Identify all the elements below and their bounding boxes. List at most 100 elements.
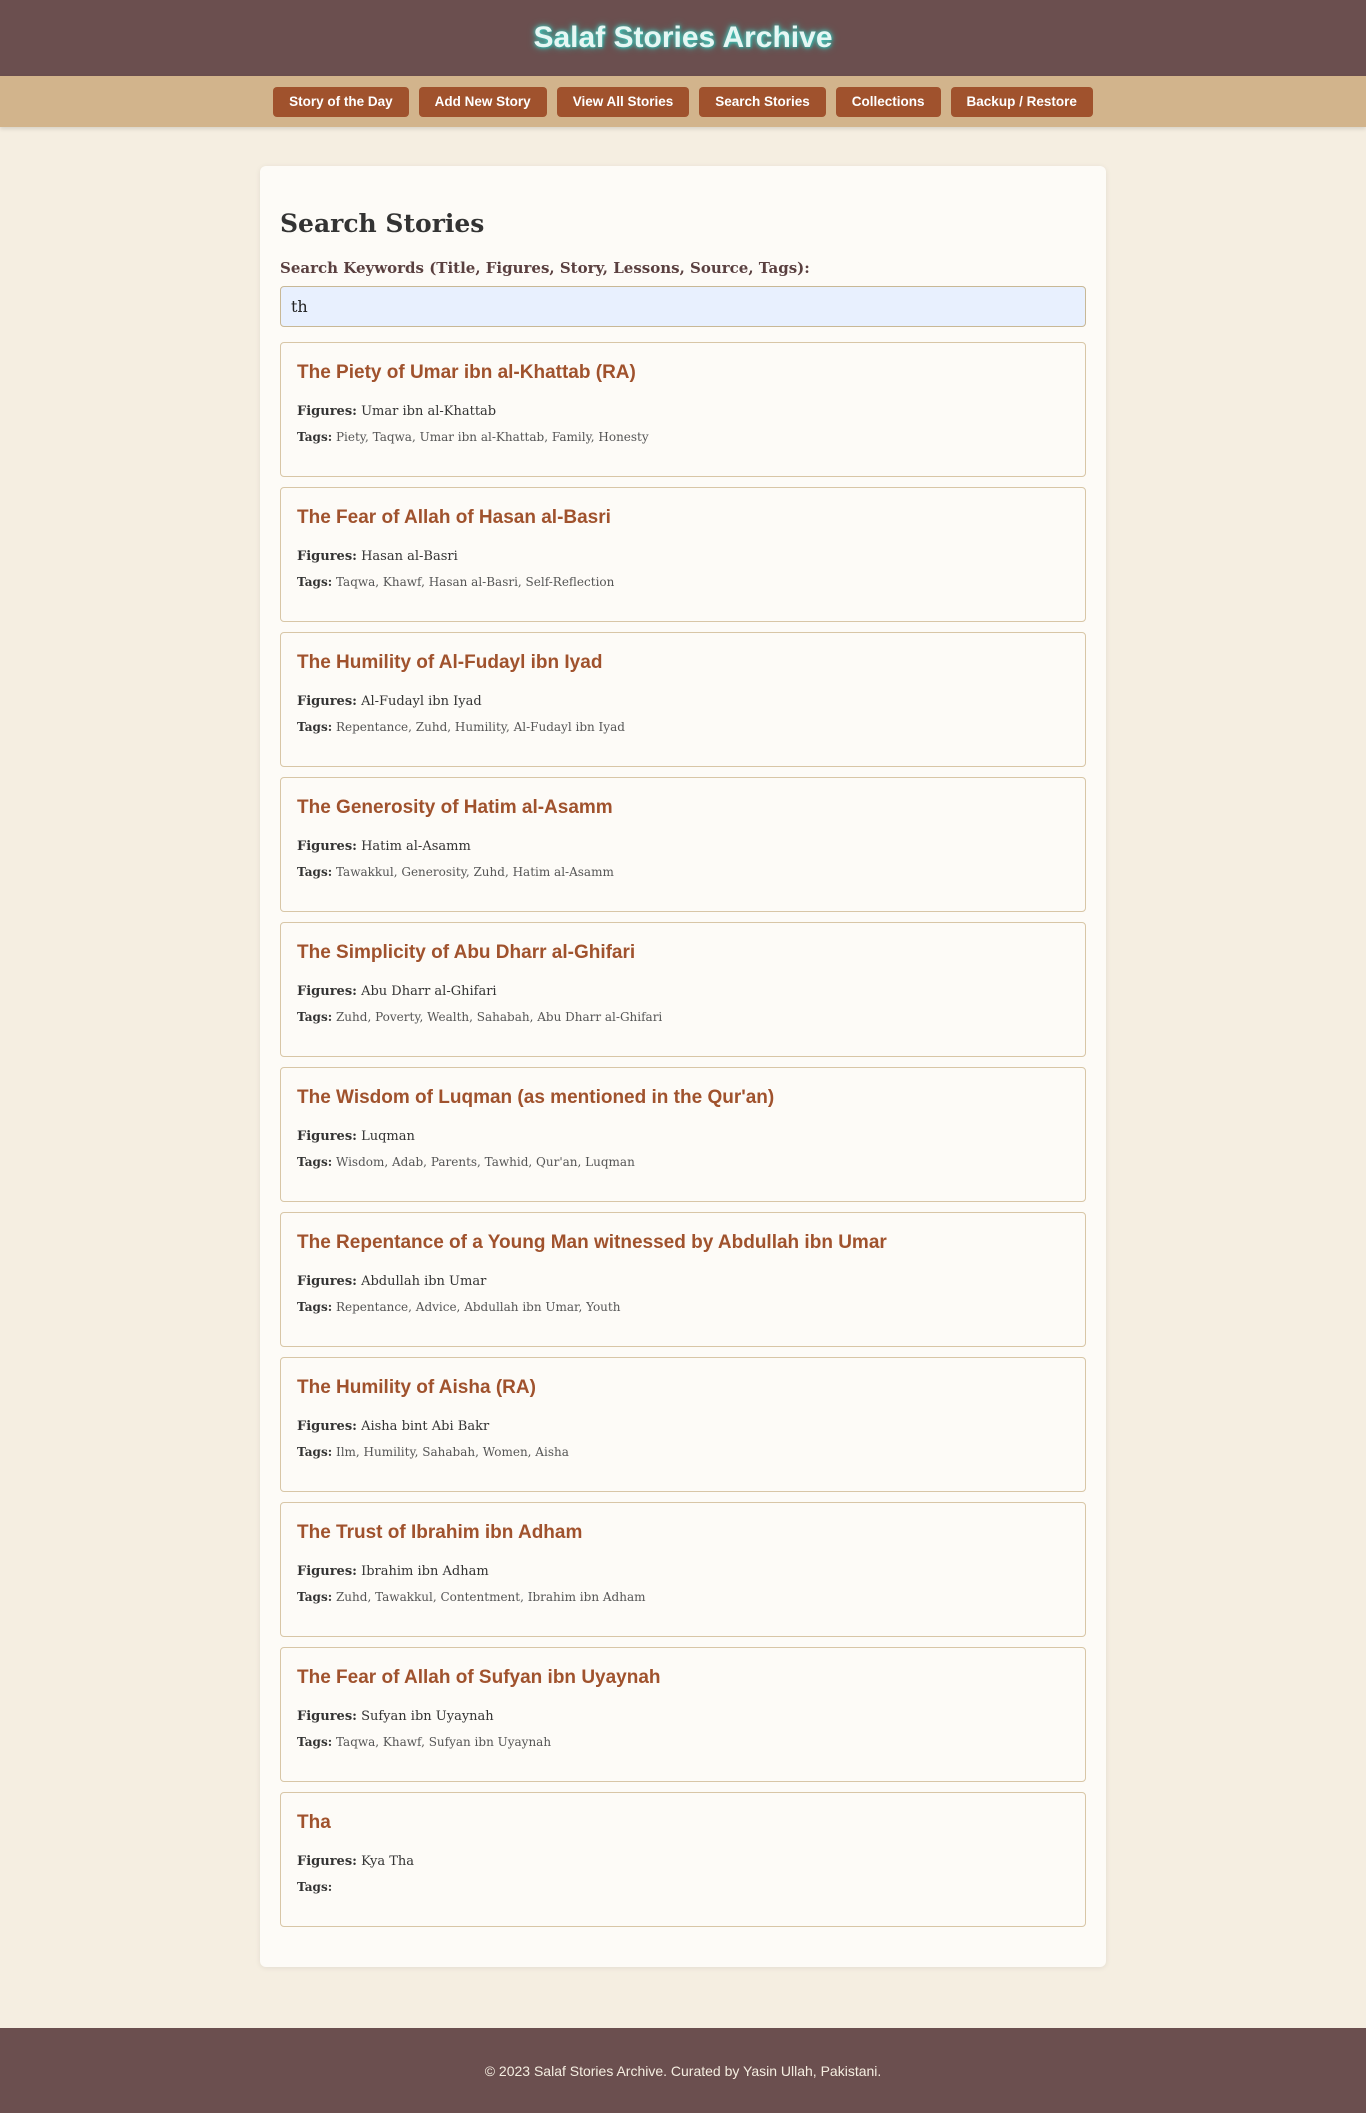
- story-figures: Figures: Abdullah ibn Umar: [297, 1273, 1069, 1291]
- story-title[interactable]: The Humility of Al-Fudayl ibn Iyad: [297, 633, 1069, 675]
- story-figures: Figures: Kya Tha: [297, 1853, 1069, 1871]
- figures-label: Figures:: [297, 984, 357, 999]
- figures-label: Figures:: [297, 404, 357, 419]
- search-label: Search Keywords (Title, Figures, Story, …: [280, 259, 810, 277]
- tags-value: Zuhd, Poverty, Wealth, Sahabah, Abu Dhar…: [335, 1010, 663, 1024]
- figures-label: Figures:: [297, 839, 357, 854]
- nav-backup-restore-button[interactable]: Backup / Restore: [950, 86, 1093, 117]
- figures-value: Hasan al-Basri: [361, 549, 458, 564]
- page-title: Search Stories: [280, 209, 485, 238]
- tags-label: Tags:: [297, 1880, 333, 1894]
- story-figures: Figures: Hatim al-Asamm: [297, 838, 1069, 856]
- story-result-card[interactable]: The Generosity of Hatim al-Asamm Figures:…: [280, 777, 1086, 912]
- story-title[interactable]: Tha: [297, 1793, 1069, 1835]
- figures-label: Figures:: [297, 694, 357, 709]
- story-figures: Figures: Al-Fudayl ibn Iyad: [297, 693, 1069, 711]
- tags-label: Tags:: [297, 1010, 333, 1024]
- story-tags: Tags: Ilm, Humility, Sahabah, Women, Ais…: [297, 1444, 1069, 1460]
- story-title[interactable]: The Repentance of a Young Man witnessed …: [297, 1213, 1069, 1255]
- story-tags: Tags: Wisdom, Adab, Parents, Tawhid, Qur…: [297, 1154, 1069, 1170]
- story-result-card[interactable]: The Fear of Allah of Sufyan ibn Uyaynah F…: [280, 1647, 1086, 1782]
- figures-value: Al-Fudayl ibn Iyad: [361, 694, 482, 709]
- figures-value: Ibrahim ibn Adham: [361, 1564, 489, 1579]
- figures-label: Figures:: [297, 1419, 357, 1434]
- story-title[interactable]: The Piety of Umar ibn al-Khattab (RA): [297, 343, 1069, 385]
- tags-label: Tags:: [297, 865, 333, 879]
- story-tags: Tags: Tawakkul, Generosity, Zuhd, Hatim …: [297, 864, 1069, 880]
- site-title: Salaf Stories Archive: [533, 21, 833, 54]
- story-title[interactable]: The Generosity of Hatim al-Asamm: [297, 778, 1069, 820]
- tags-label: Tags:: [297, 1155, 333, 1169]
- tags-value: Zuhd, Tawakkul, Contentment, Ibrahim ibn…: [335, 1590, 646, 1604]
- story-result-card[interactable]: The Humility of Aisha (RA) Figures: Aisha…: [280, 1357, 1086, 1492]
- figures-value: Abu Dharr al-Ghifari: [361, 984, 497, 999]
- story-title[interactable]: The Wisdom of Luqman (as mentioned in th…: [297, 1068, 1069, 1110]
- footer-text: © 2023 Salaf Stories Archive. Curated by…: [484, 2062, 882, 2079]
- tags-value: Repentance, Zuhd, Humility, Al-Fudayl ib…: [335, 720, 625, 734]
- tags-value: Repentance, Advice, Abdullah ibn Umar, Y…: [335, 1300, 621, 1314]
- story-result-card[interactable]: The Fear of Allah of Hasan al-Basri Figur…: [280, 487, 1086, 622]
- story-tags: Tags: Zuhd, Tawakkul, Contentment, Ibrah…: [297, 1589, 1069, 1605]
- figures-label: Figures:: [297, 1274, 357, 1289]
- story-figures: Figures: Umar ibn al-Khattab: [297, 403, 1069, 421]
- nav-story-of-the-day-button[interactable]: Story of the Day: [273, 86, 409, 117]
- figures-label: Figures:: [297, 549, 357, 564]
- nav-collections-button[interactable]: Collections: [835, 86, 941, 117]
- story-tags: Tags: Piety, Taqwa, Umar ibn al-Khattab,…: [297, 429, 1069, 445]
- tags-label: Tags:: [297, 1590, 333, 1604]
- story-title[interactable]: The Simplicity of Abu Dharr al-Ghifari: [297, 923, 1069, 965]
- story-title[interactable]: The Fear of Allah of Hasan al-Basri: [297, 488, 1069, 530]
- search-results-list: The Piety of Umar ibn al-Khattab (RA) Fig…: [280, 342, 1086, 1927]
- story-tags: Tags: Taqwa, Khawf, Hasan al-Basri, Self…: [297, 574, 1069, 590]
- figures-value: Kya Tha: [361, 1854, 414, 1869]
- search-input[interactable]: [280, 286, 1086, 327]
- figures-label: Figures:: [297, 1709, 357, 1724]
- story-figures: Figures: Sufyan ibn Uyaynah: [297, 1708, 1069, 1726]
- story-title[interactable]: The Fear of Allah of Sufyan ibn Uyaynah: [297, 1648, 1069, 1690]
- story-tags: Tags: Zuhd, Poverty, Wealth, Sahabah, Ab…: [297, 1009, 1069, 1025]
- tags-label: Tags:: [297, 430, 333, 444]
- tags-label: Tags:: [297, 575, 333, 589]
- tags-value: Taqwa, Khawf, Hasan al-Basri, Self-Refle…: [335, 575, 615, 589]
- story-result-card[interactable]: Tha Figures: Kya Tha Tags:: [280, 1792, 1086, 1927]
- tags-label: Tags:: [297, 1300, 333, 1314]
- story-title[interactable]: The Trust of Ibrahim ibn Adham: [297, 1503, 1069, 1545]
- story-tags: Tags:: [297, 1879, 1069, 1895]
- story-result-card[interactable]: The Piety of Umar ibn al-Khattab (RA) Fig…: [280, 342, 1086, 477]
- story-tags: Tags: Taqwa, Khawf, Sufyan ibn Uyaynah: [297, 1734, 1069, 1750]
- tags-value: Tawakkul, Generosity, Zuhd, Hatim al-Asa…: [335, 865, 614, 879]
- figures-value: Sufyan ibn Uyaynah: [361, 1709, 494, 1724]
- nav-search-stories-button[interactable]: Search Stories: [699, 86, 826, 117]
- figures-value: Luqman: [361, 1129, 415, 1144]
- tags-value: Piety, Taqwa, Umar ibn al-Khattab, Famil…: [335, 430, 649, 444]
- site-footer: © 2023 Salaf Stories Archive. Curated by…: [0, 2028, 1366, 2113]
- story-result-card[interactable]: The Wisdom of Luqman (as mentioned in th…: [280, 1067, 1086, 1202]
- nav-add-new-story-button[interactable]: Add New Story: [418, 86, 547, 117]
- search-panel: Search Stories Search Keywords (Title, F…: [260, 166, 1106, 1967]
- tags-label: Tags:: [297, 720, 333, 734]
- figures-value: Umar ibn al-Khattab: [361, 404, 497, 419]
- figures-value: Abdullah ibn Umar: [361, 1274, 487, 1289]
- story-figures: Figures: Luqman: [297, 1128, 1069, 1146]
- figures-label: Figures:: [297, 1129, 357, 1144]
- tags-label: Tags:: [297, 1445, 333, 1459]
- figures-label: Figures:: [297, 1564, 357, 1579]
- story-figures: Figures: Hasan al-Basri: [297, 548, 1069, 566]
- story-result-card[interactable]: The Humility of Al-Fudayl ibn Iyad Figure…: [280, 632, 1086, 767]
- story-title[interactable]: The Humility of Aisha (RA): [297, 1358, 1069, 1400]
- story-figures: Figures: Aisha bint Abi Bakr: [297, 1418, 1069, 1436]
- story-tags: Tags: Repentance, Advice, Abdullah ibn U…: [297, 1299, 1069, 1315]
- figures-value: Hatim al-Asamm: [361, 839, 471, 854]
- story-result-card[interactable]: The Simplicity of Abu Dharr al-Ghifari Fi…: [280, 922, 1086, 1057]
- figures-label: Figures:: [297, 1854, 357, 1869]
- story-result-card[interactable]: The Trust of Ibrahim ibn Adham Figures: I…: [280, 1502, 1086, 1637]
- story-result-card[interactable]: The Repentance of a Young Man witnessed …: [280, 1212, 1086, 1347]
- story-figures: Figures: Ibrahim ibn Adham: [297, 1563, 1069, 1581]
- story-tags: Tags: Repentance, Zuhd, Humility, Al-Fud…: [297, 719, 1069, 735]
- tags-label: Tags:: [297, 1735, 333, 1749]
- tags-value: Taqwa, Khawf, Sufyan ibn Uyaynah: [335, 1735, 552, 1749]
- nav-bar: Story of the Day Add New Story View All …: [0, 76, 1366, 127]
- nav-view-all-stories-button[interactable]: View All Stories: [556, 86, 690, 117]
- site-header: Salaf Stories Archive: [0, 0, 1366, 76]
- tags-value: Ilm, Humility, Sahabah, Women, Aisha: [335, 1445, 569, 1459]
